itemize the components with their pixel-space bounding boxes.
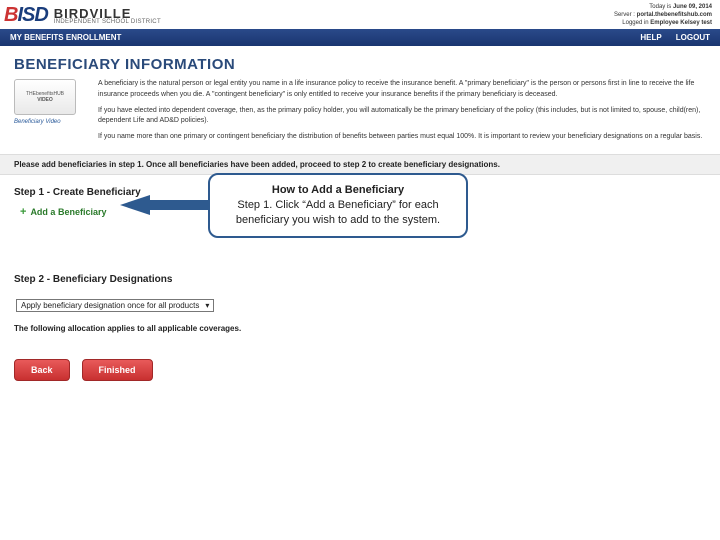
- callout-title: How to Add a Beneficiary: [224, 183, 452, 198]
- page-title: BENEFICIARY INFORMATION: [0, 46, 720, 79]
- nav-logout[interactable]: LOGOUT: [676, 33, 710, 42]
- session-info: Today is June 09, 2014 Server : portal.t…: [614, 4, 712, 27]
- designation-select[interactable]: Apply beneficiary designation once for a…: [16, 299, 214, 312]
- instruction-bar: Please add beneficiaries in step 1. Once…: [0, 154, 720, 175]
- callout-body: Step 1. Click “Add a Beneficiary” for ea…: [224, 198, 452, 228]
- nav-help[interactable]: HELP: [640, 33, 661, 42]
- add-beneficiary-label: Add a Beneficiary: [30, 207, 106, 217]
- nav-title: MY BENEFITS ENROLLMENT: [10, 33, 121, 42]
- step2-heading: Step 2 - Beneficiary Designations: [14, 274, 706, 285]
- allocation-note: The following allocation applies to all …: [14, 324, 706, 333]
- finished-button[interactable]: Finished: [82, 359, 153, 381]
- logo-bisd: BBISDISD: [4, 4, 48, 27]
- callout-annotation: How to Add a Beneficiary Step 1. Click “…: [120, 173, 468, 238]
- arrow-left-icon: [120, 195, 150, 215]
- video-caption: Beneficiary Video: [14, 119, 84, 125]
- intro-p2: If you have elected into dependent cover…: [98, 106, 706, 126]
- plus-icon: +: [20, 206, 26, 218]
- intro-text: A beneficiary is the natural person or l…: [98, 79, 706, 148]
- header: BBISDISD BIRDVILLE INDEPENDENT SCHOOL DI…: [0, 0, 720, 29]
- intro-p3: If you name more than one primary or con…: [98, 132, 706, 142]
- video-column: THEbenefitsHUB VIDEO Beneficiary Video: [14, 79, 84, 148]
- chevron-down-icon: ▾: [205, 301, 209, 310]
- video-thumbnail[interactable]: THEbenefitsHUB VIDEO: [14, 79, 76, 115]
- add-beneficiary-link[interactable]: + Add a Beneficiary: [20, 206, 106, 218]
- back-button[interactable]: Back: [14, 359, 70, 381]
- logo-birdville: BIRDVILLE INDEPENDENT SCHOOL DISTRICT: [54, 6, 161, 25]
- navbar: MY BENEFITS ENROLLMENT HELP LOGOUT: [0, 29, 720, 46]
- designation-select-value: Apply beneficiary designation once for a…: [21, 301, 199, 310]
- callout-box: How to Add a Beneficiary Step 1. Click “…: [208, 173, 468, 238]
- intro-p1: A beneficiary is the natural person or l…: [98, 79, 706, 99]
- logo-area: BBISDISD BIRDVILLE INDEPENDENT SCHOOL DI…: [4, 4, 161, 27]
- arrow-stem: [148, 200, 208, 210]
